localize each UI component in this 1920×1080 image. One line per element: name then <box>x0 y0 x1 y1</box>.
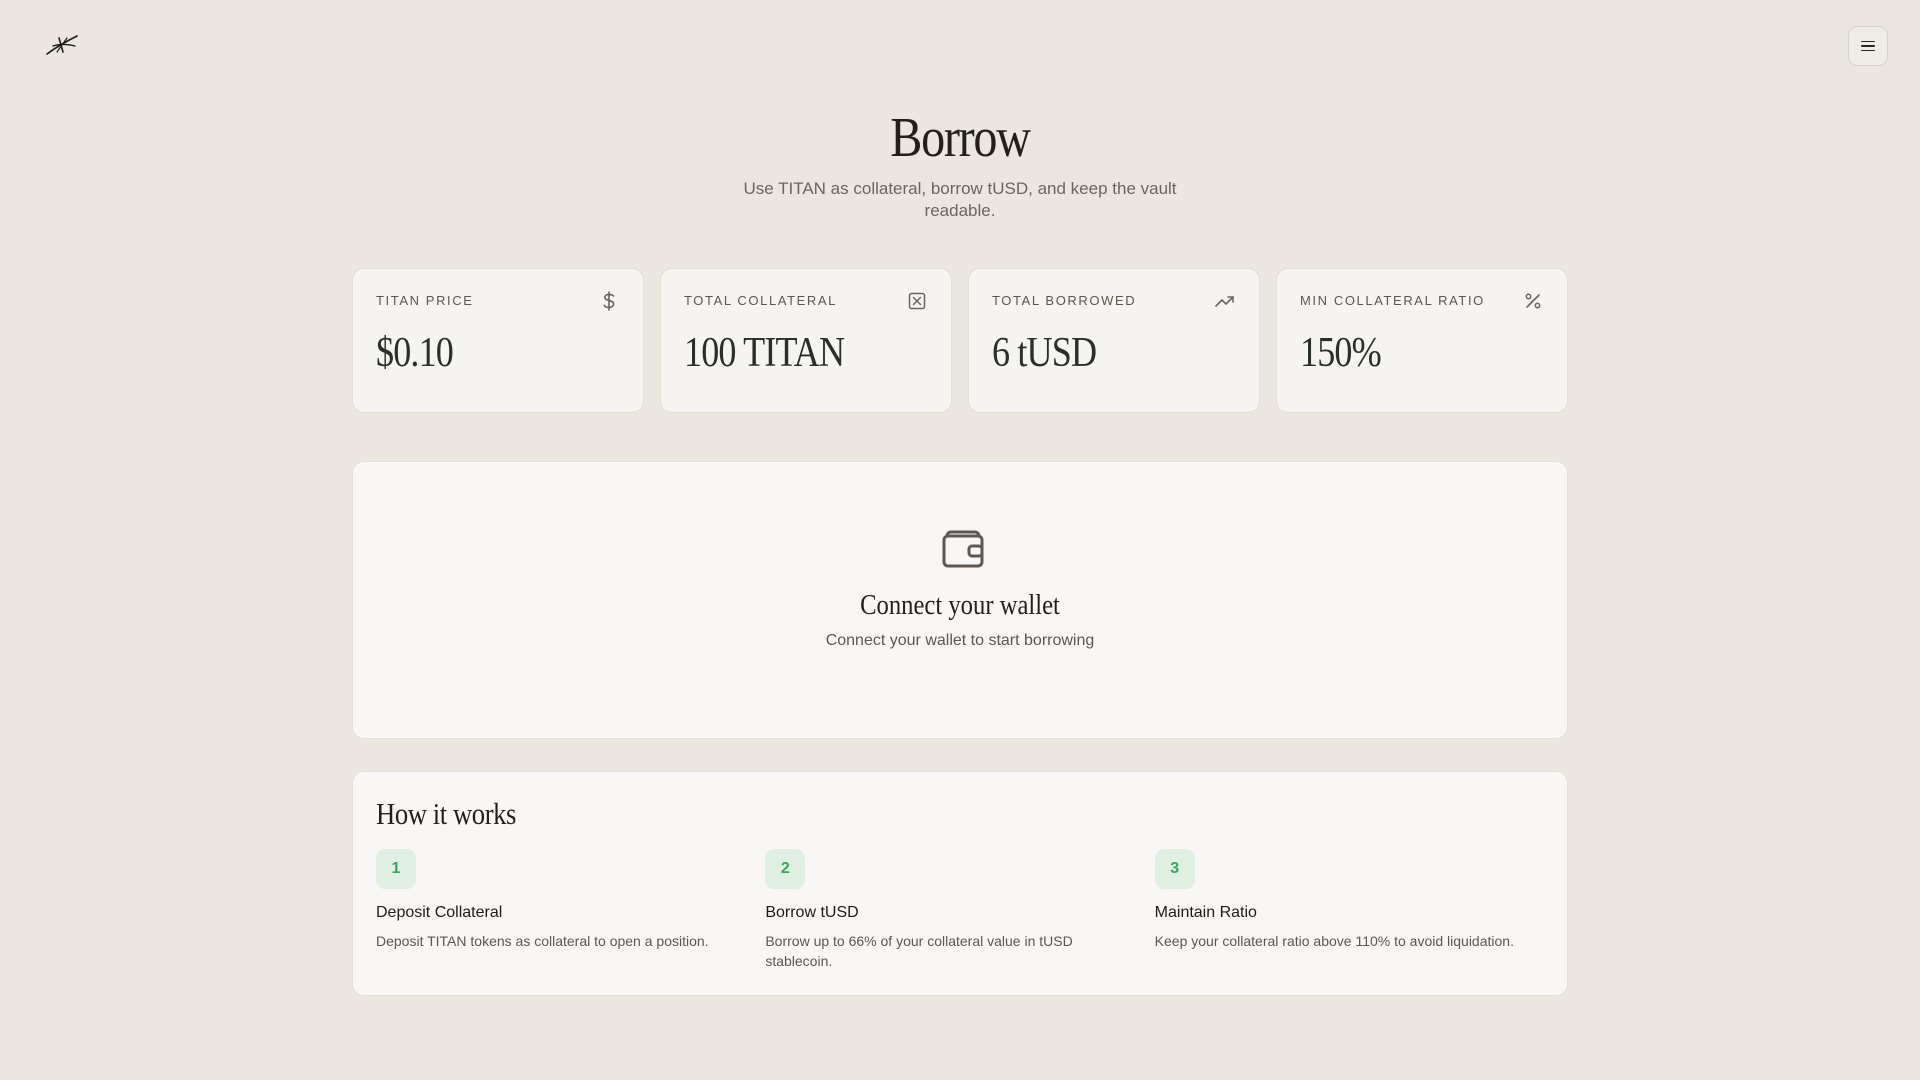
stat-card-min-collateral-ratio: MIN COLLATERAL RATIO 150% <box>1276 268 1568 413</box>
menu-button[interactable] <box>1848 26 1888 66</box>
step-number-badge: 3 <box>1154 849 1195 889</box>
steps-list: 1 Deposit Collateral Deposit TITAN token… <box>376 849 1544 971</box>
stat-label: TOTAL COLLATERAL <box>684 293 837 308</box>
step-description: Borrow up to 66% of your collateral valu… <box>765 933 1073 969</box>
step-item: 2 Borrow tUSD Borrow up to 66% of your c… <box>765 849 1154 971</box>
wallet-icon <box>941 526 985 570</box>
stat-label: TITAN PRICE <box>376 293 474 308</box>
stat-card-total-borrowed: TOTAL BORROWED 6 tUSD <box>968 268 1260 413</box>
section-title: How it works <box>376 796 516 831</box>
dollar-icon <box>599 291 619 311</box>
step-title: Maintain Ratio <box>1154 904 1257 921</box>
stat-value: 150% <box>1300 330 1382 376</box>
step-item: 1 Deposit Collateral Deposit TITAN token… <box>376 849 765 971</box>
logo-icon[interactable] <box>44 30 80 60</box>
step-title: Deposit Collateral <box>376 904 503 921</box>
step-number-badge: 1 <box>376 849 416 889</box>
stat-label: MIN COLLATERAL RATIO <box>1300 293 1485 308</box>
stats-row: TITAN PRICE $0.10 TOTAL COLLATERAL 100 T… <box>352 268 1568 413</box>
step-item: 3 Maintain Ratio Keep your collateral ra… <box>1154 849 1544 971</box>
x-box-icon <box>907 291 927 311</box>
connect-wallet-subtitle: Connect your wallet to start borrowing <box>825 632 1095 649</box>
step-description: Deposit TITAN tokens as collateral to op… <box>376 933 709 949</box>
step-number-badge: 2 <box>765 849 806 889</box>
stat-label: TOTAL BORROWED <box>992 293 1137 308</box>
stat-value: $0.10 <box>376 330 454 376</box>
how-it-works-section: How it works 1 Deposit Collateral Deposi… <box>352 771 1568 996</box>
page-header: Borrow Use TITAN as collateral, borrow t… <box>0 104 1920 222</box>
stat-card-titan-price: TITAN PRICE $0.10 <box>352 268 644 413</box>
step-description: Keep your collateral ratio above 110% to… <box>1154 933 1514 949</box>
page-title: Borrow <box>890 107 1031 169</box>
connect-wallet-panel[interactable]: Connect your wallet Connect your wallet … <box>352 461 1568 739</box>
connect-wallet-title: Connect your wallet <box>860 590 1060 621</box>
stat-value: 6 tUSD <box>992 330 1097 376</box>
hamburger-menu-icon <box>1861 40 1875 52</box>
percent-icon <box>1523 291 1543 311</box>
stat-card-total-collateral: TOTAL COLLATERAL 100 TITAN <box>660 268 952 413</box>
step-title: Borrow tUSD <box>765 904 859 921</box>
stat-value: 100 TITAN <box>684 330 845 376</box>
trending-up-icon <box>1215 291 1235 311</box>
page-subtitle: Use TITAN as collateral, borrow tUSD, an… <box>743 179 1177 220</box>
